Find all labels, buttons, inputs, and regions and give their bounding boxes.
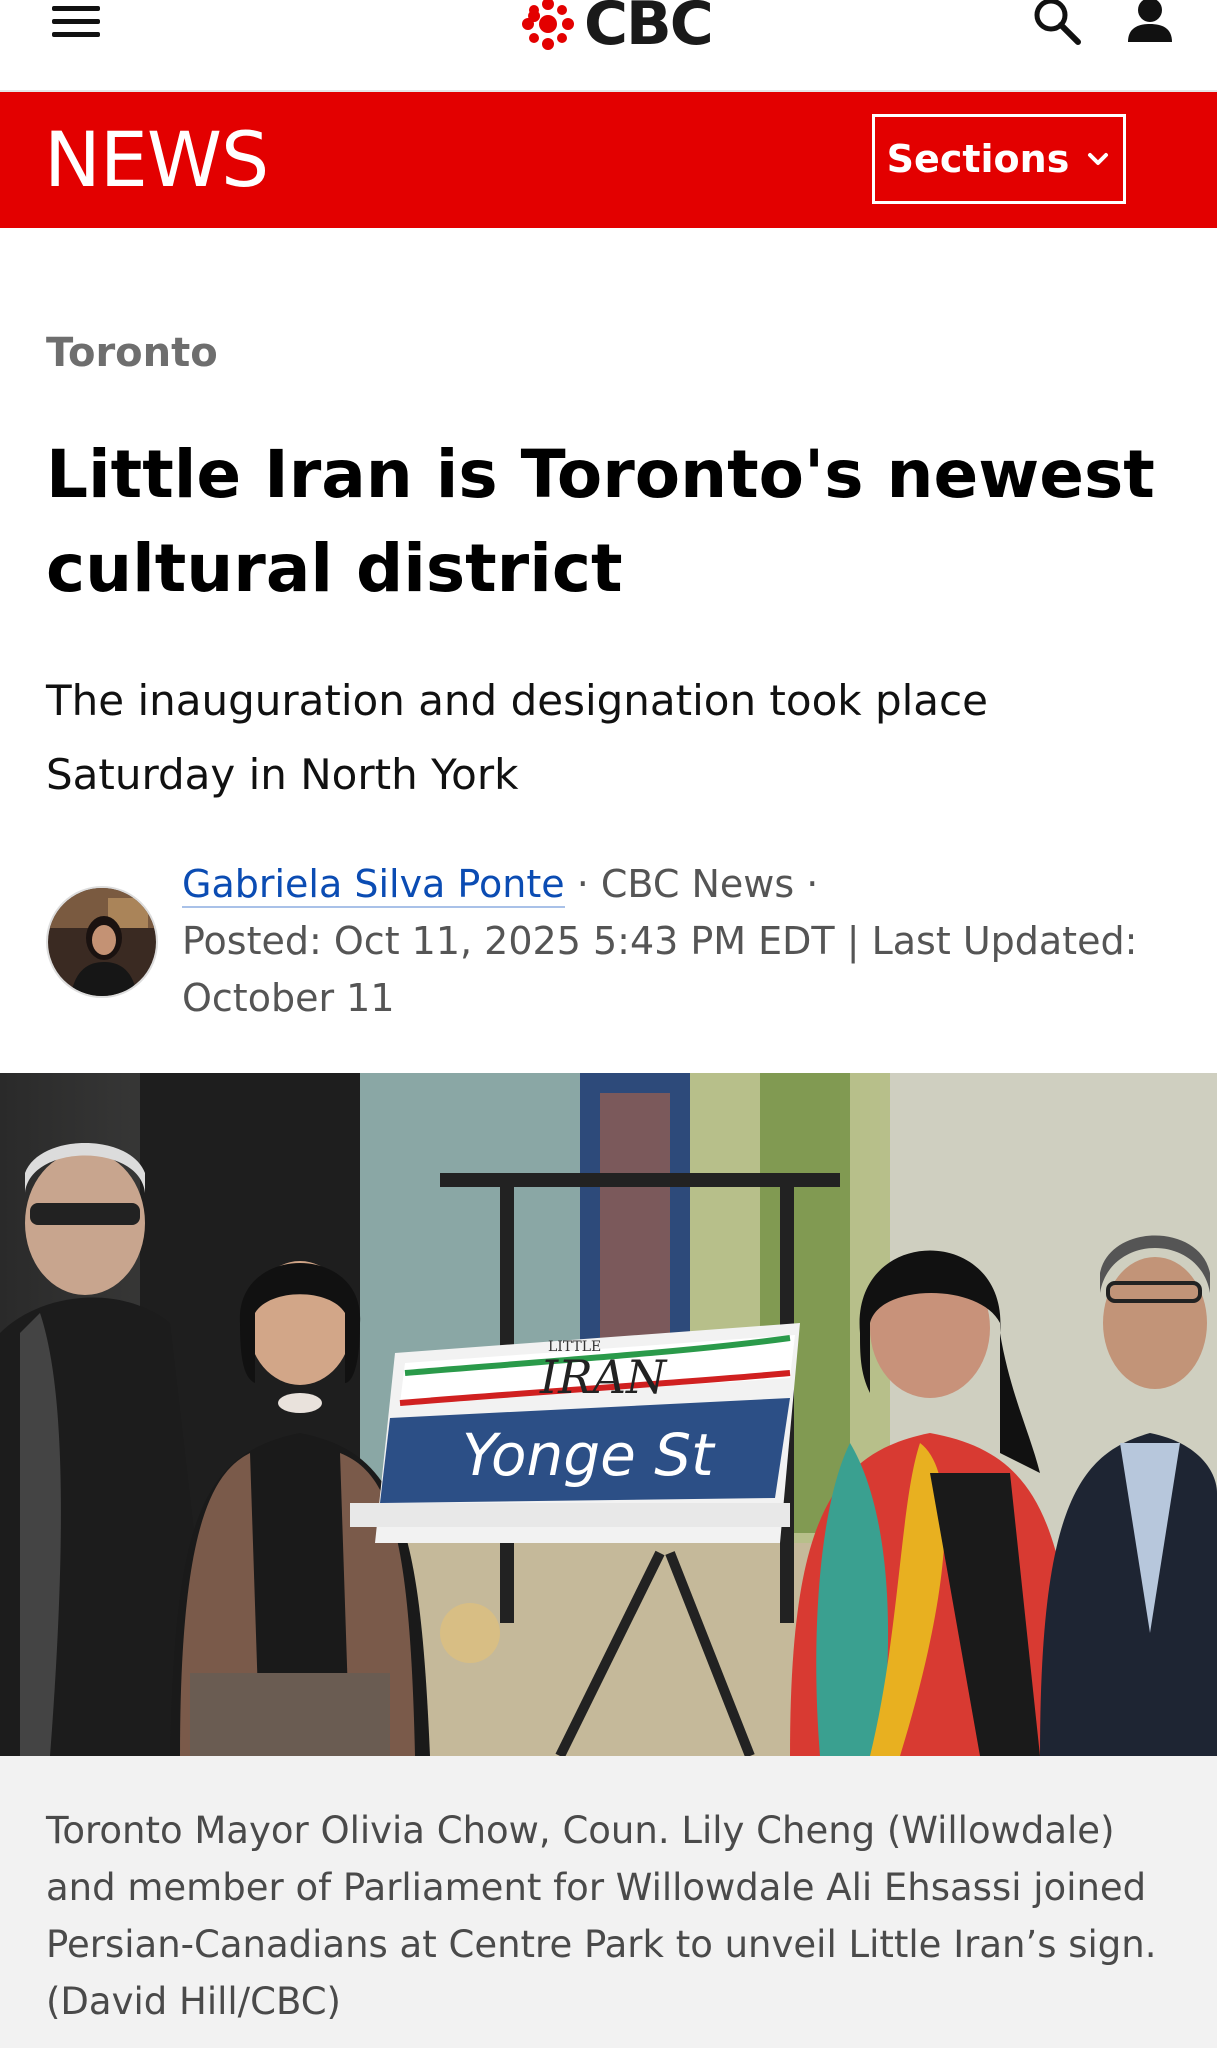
sign-iran-text: IRAN — [539, 1350, 668, 1404]
cbc-gem-logo-icon — [522, 0, 574, 50]
cbc-logo[interactable]: CBC — [520, 0, 714, 59]
sections-button[interactable]: Sections — [872, 114, 1126, 204]
author-link[interactable]: Gabriela Silva Ponte — [182, 862, 565, 908]
author-photo — [48, 888, 156, 996]
lead-photo[interactable]: LITTLE IRAN Yonge St — [0, 1073, 1217, 1756]
news-section-bar: NEWS Sections — [0, 92, 1217, 228]
top-header: CBC — [0, 0, 1217, 92]
photo-caption: Toronto Mayor Olivia Chow, Coun. Lily Ch… — [46, 1809, 1157, 2023]
byline-separator: · — [576, 862, 589, 906]
user-icon[interactable] — [1124, 0, 1176, 46]
hamburger-menu-icon[interactable] — [48, 0, 104, 46]
article-byline: Gabriela Silva Ponte · CBC News · Posted… — [182, 856, 1162, 1027]
news-label[interactable]: NEWS — [44, 112, 269, 208]
search-icon[interactable] — [1030, 0, 1084, 48]
article-category-link[interactable]: Toronto — [46, 330, 218, 376]
lead-photo-image: LITTLE IRAN Yonge St — [0, 1073, 1217, 1756]
article-dek: The inauguration and designation took pl… — [46, 676, 988, 799]
cbc-wordmark: CBC — [584, 0, 714, 59]
article-headline: Little Iran is Toronto's newest cultural… — [46, 436, 1155, 607]
author-avatar[interactable] — [46, 886, 158, 998]
sections-label: Sections — [886, 137, 1070, 181]
byline-separator: · — [806, 862, 819, 906]
sign-street-text: Yonge St — [462, 1421, 716, 1489]
chevron-down-icon — [1088, 153, 1109, 165]
byline-outlet: CBC News — [600, 862, 795, 906]
byline-timestamp: Posted: Oct 11, 2025 5:43 PM EDT | Last … — [182, 919, 1138, 1020]
